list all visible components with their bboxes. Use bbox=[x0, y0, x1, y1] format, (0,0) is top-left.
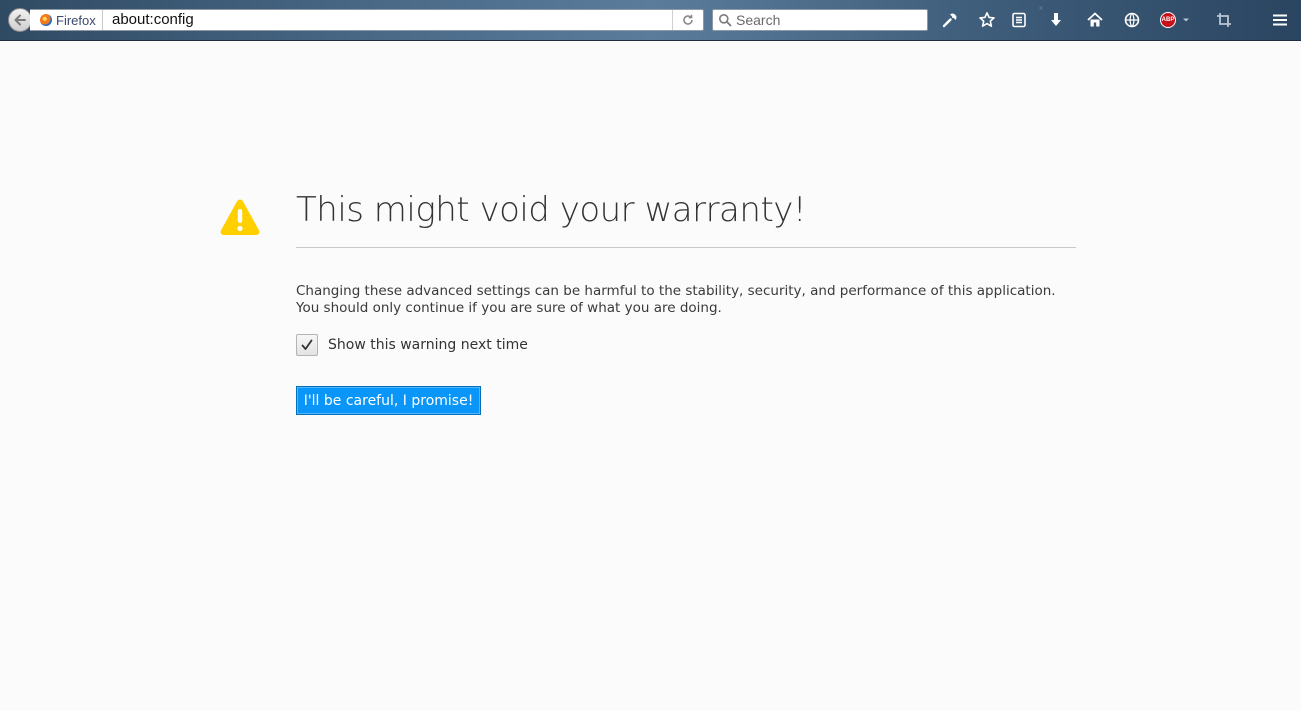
home-icon bbox=[1087, 12, 1103, 27]
browser-toolbar: Firefox about:config Search ABP bbox=[0, 0, 1301, 41]
reload-button[interactable] bbox=[672, 10, 703, 30]
screenshot-button[interactable] bbox=[1214, 10, 1234, 30]
globe-icon bbox=[1124, 12, 1140, 28]
accept-risk-button[interactable]: I'll be careful, I promise! bbox=[296, 386, 481, 415]
back-arrow-icon bbox=[14, 14, 26, 26]
show-warning-label[interactable]: Show this warning next time bbox=[328, 337, 528, 353]
warning-description: Changing these advanced settings can be … bbox=[296, 283, 1096, 317]
menu-button[interactable] bbox=[1270, 10, 1290, 30]
reload-icon bbox=[683, 14, 693, 25]
search-bar[interactable] bbox=[712, 9, 928, 31]
globe-button[interactable] bbox=[1122, 10, 1142, 30]
identity-label: Firefox bbox=[56, 12, 96, 28]
url-bar[interactable]: Firefox about:config bbox=[30, 9, 704, 31]
adblock-button[interactable]: ABP bbox=[1160, 10, 1196, 30]
reading-list-icon bbox=[1012, 12, 1026, 28]
checkmark-icon bbox=[301, 339, 313, 350]
menu-icon bbox=[1273, 14, 1287, 26]
url-text[interactable]: about:config bbox=[112, 10, 194, 30]
warning-text-line-1: Changing these advanced settings can be … bbox=[296, 283, 1056, 299]
home-button[interactable] bbox=[1085, 10, 1105, 30]
site-identity-button[interactable]: Firefox bbox=[40, 10, 103, 30]
tools-button[interactable] bbox=[940, 10, 960, 30]
show-warning-checkbox[interactable] bbox=[296, 334, 318, 356]
page-title: This might void your warranty! bbox=[296, 190, 807, 230]
adblock-icon: ABP bbox=[1160, 12, 1176, 28]
warning-icon bbox=[220, 199, 260, 235]
title-divider bbox=[296, 247, 1076, 248]
reading-list-button[interactable] bbox=[1009, 10, 1029, 30]
firefox-logo-icon bbox=[40, 14, 52, 26]
screenshot-icon bbox=[1217, 13, 1231, 27]
bookmark-star-icon bbox=[979, 12, 995, 27]
downloads-button[interactable] bbox=[1046, 10, 1066, 30]
warning-text-line-2: You should only continue if you are sure… bbox=[296, 300, 722, 316]
search-icon bbox=[719, 14, 732, 27]
tools-icon bbox=[942, 13, 957, 28]
back-button[interactable] bbox=[8, 8, 32, 32]
bookmark-button[interactable] bbox=[977, 10, 997, 30]
chevron-down-icon bbox=[1183, 18, 1189, 22]
search-input[interactable] bbox=[736, 12, 916, 28]
download-icon bbox=[1051, 13, 1061, 26]
